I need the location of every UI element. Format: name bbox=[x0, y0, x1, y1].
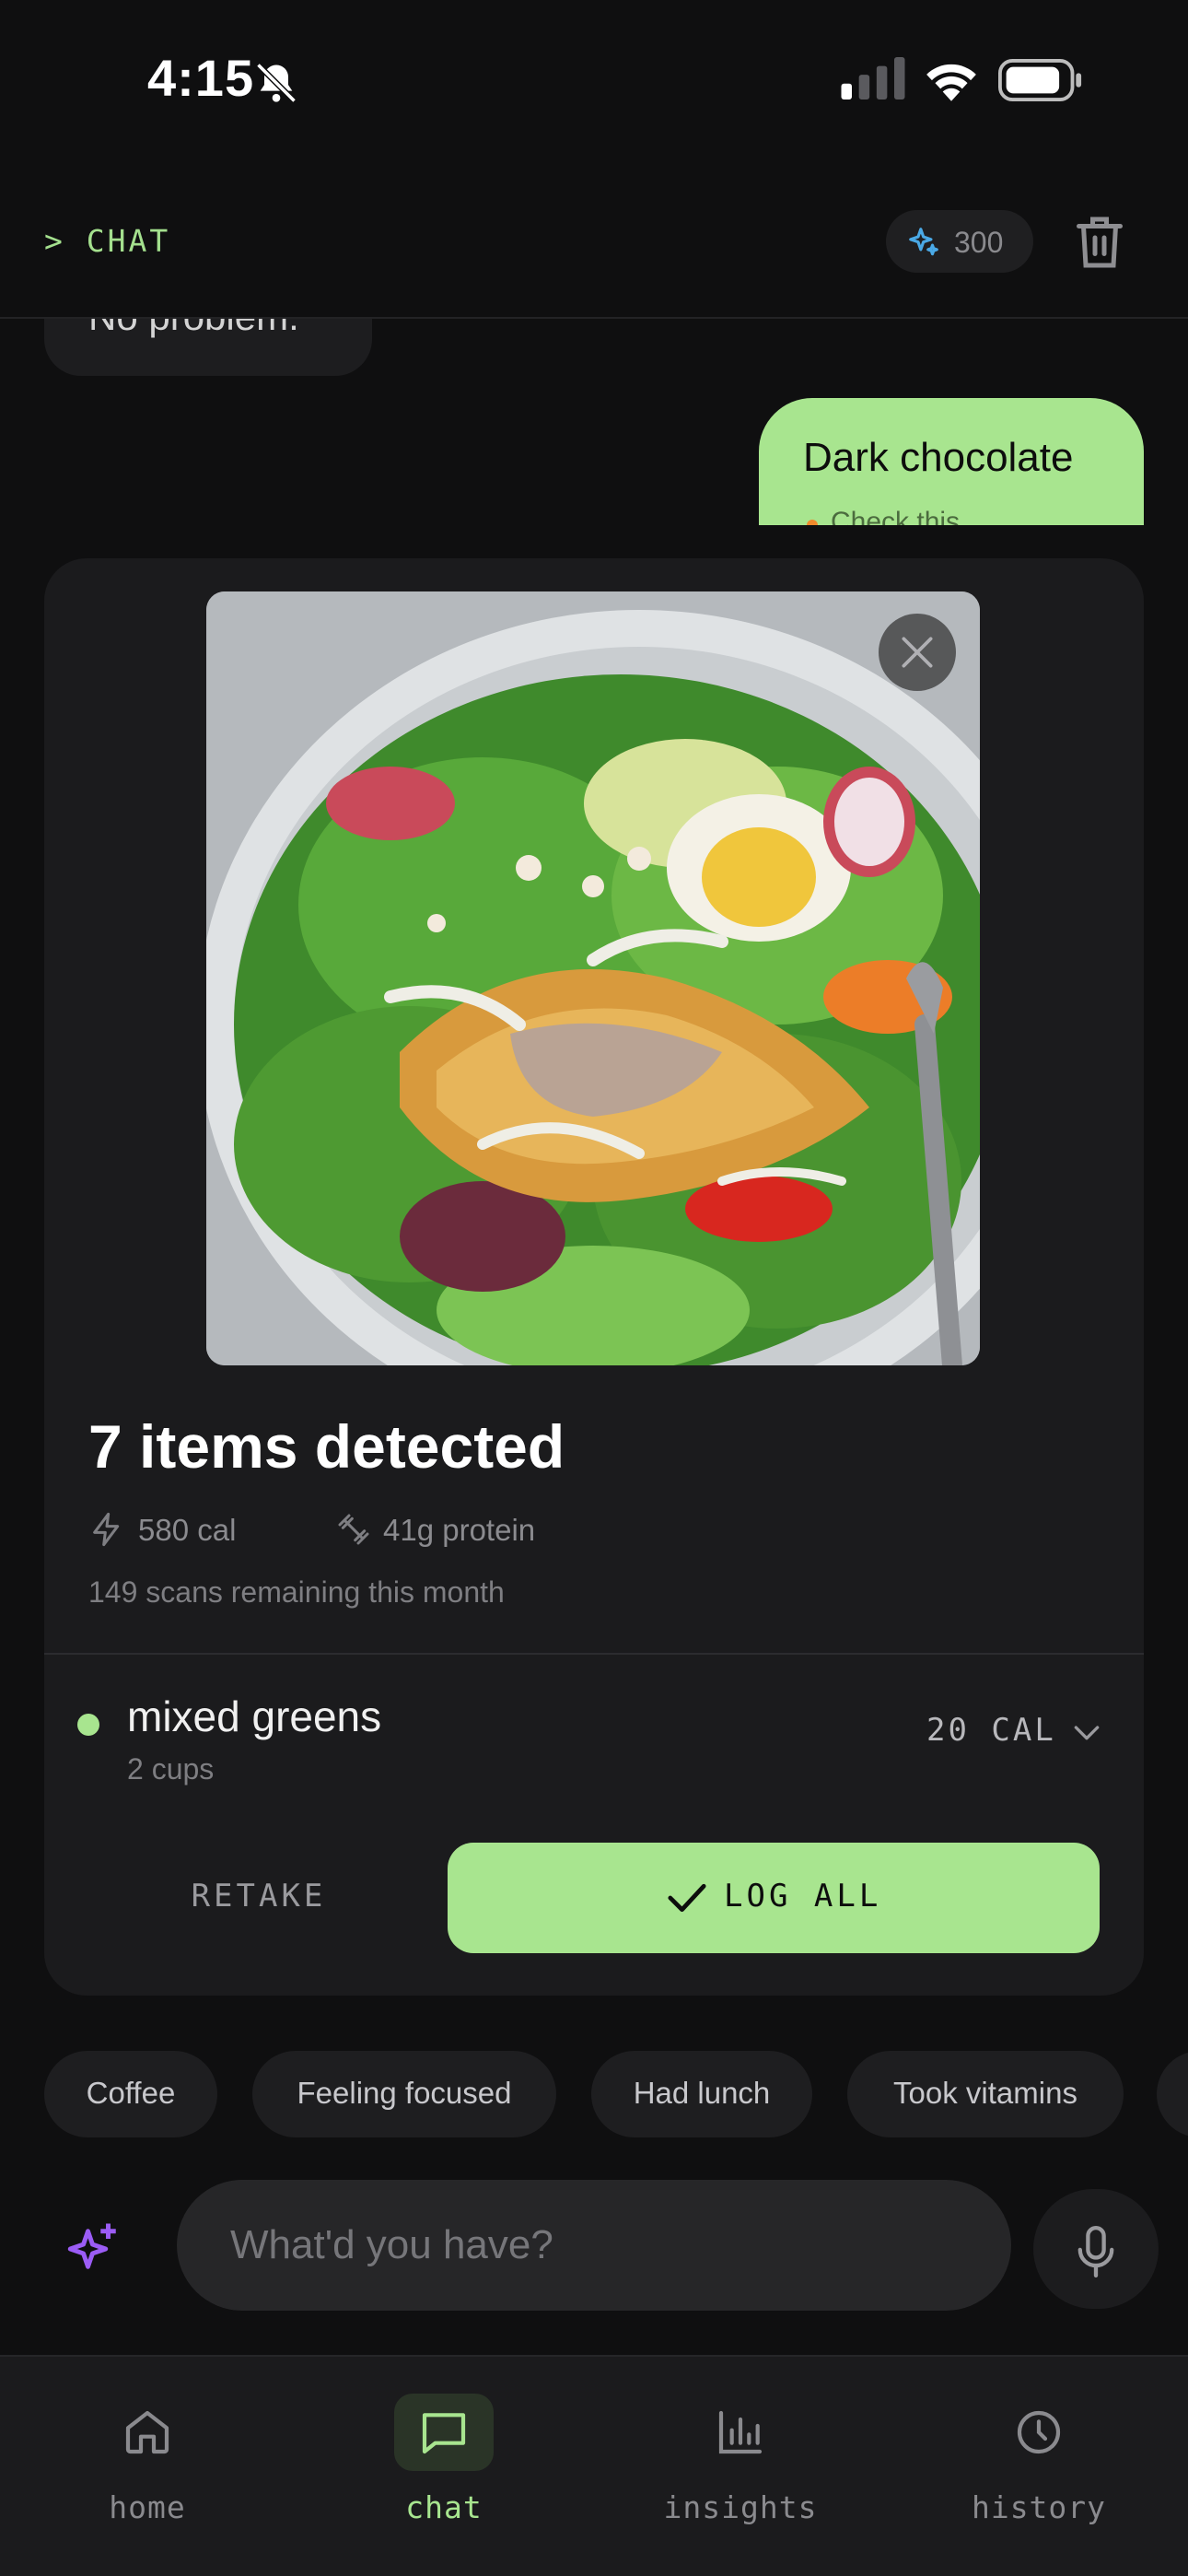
battery-icon bbox=[998, 59, 1082, 101]
bar-chart-icon bbox=[718, 2410, 763, 2454]
chip-label: Took vitamins bbox=[893, 2076, 1077, 2110]
nav-icon-container bbox=[691, 2394, 790, 2471]
chip-label: Feeling focused bbox=[297, 2076, 512, 2110]
page-title: > CHAT bbox=[44, 223, 171, 259]
calories-total: 580 cal bbox=[138, 1513, 237, 1547]
log-all-button[interactable]: LOG ALL bbox=[448, 1843, 1100, 1953]
retake-label: RETAKE bbox=[191, 1878, 327, 1914]
user-message-bubble[interactable]: Dark chocolate Check this bbox=[759, 398, 1144, 525]
nav-icon-container bbox=[98, 2394, 197, 2471]
status-bar: 4:15 bbox=[0, 0, 1188, 161]
food-item-row[interactable]: mixed greens 2 cups 20 CAL bbox=[44, 1657, 1144, 1813]
checkmark-icon bbox=[668, 1883, 706, 1913]
protein-total: 41g protein bbox=[383, 1513, 536, 1547]
status-time: 4:15 bbox=[147, 49, 255, 107]
chip-feeling-focused[interactable]: Feeling focused bbox=[252, 2051, 556, 2137]
salad-illustration bbox=[206, 591, 980, 1365]
chip-more[interactable] bbox=[1157, 2051, 1188, 2137]
retake-button[interactable]: RETAKE bbox=[88, 1843, 429, 1953]
nav-label: home bbox=[109, 2489, 186, 2525]
remove-photo-button[interactable] bbox=[879, 614, 956, 691]
suggestion-chips: Coffee Feeling focused Had lunch Took vi… bbox=[0, 2051, 1188, 2137]
credits-badge[interactable]: 300 bbox=[886, 210, 1033, 273]
user-message-subtext: Check this bbox=[831, 507, 961, 525]
nav-icon-container bbox=[989, 2394, 1089, 2471]
nav-icon-container bbox=[394, 2394, 494, 2471]
ai-assist-button[interactable] bbox=[44, 2189, 146, 2309]
item-status-dot bbox=[77, 1714, 99, 1736]
items-detected-title: 7 items detected bbox=[88, 1412, 565, 1481]
scans-remaining: 149 scans remaining this month bbox=[88, 1575, 505, 1609]
bell-slash-icon bbox=[256, 63, 297, 103]
nav-label: insights bbox=[663, 2489, 818, 2525]
sparkle-icon bbox=[909, 228, 938, 256]
clock-icon bbox=[1017, 2410, 1061, 2454]
chip-took-vitamins[interactable]: Took vitamins bbox=[847, 2051, 1124, 2137]
nav-label: history bbox=[971, 2489, 1107, 2525]
nav-chat[interactable]: chat bbox=[352, 2357, 536, 2541]
user-message-text: Dark chocolate bbox=[803, 435, 1074, 480]
nav-label: chat bbox=[405, 2489, 483, 2525]
item-quantity: 2 cups bbox=[127, 1752, 215, 1786]
chat-bubble-icon bbox=[422, 2413, 466, 2454]
sparkle-icon bbox=[67, 2223, 116, 2269]
divider bbox=[44, 1653, 1144, 1655]
nav-home[interactable]: home bbox=[55, 2357, 239, 2541]
close-icon bbox=[902, 637, 933, 668]
item-name: mixed greens bbox=[127, 1692, 382, 1740]
message-status-dot bbox=[807, 520, 818, 525]
log-all-label: LOG ALL bbox=[724, 1878, 882, 1914]
message-input[interactable] bbox=[177, 2180, 1011, 2311]
lightning-icon bbox=[93, 1512, 120, 1547]
scan-result-card: 7 items detected 580 cal 41g protein 149… bbox=[44, 558, 1144, 1996]
dumbbell-icon bbox=[338, 1514, 369, 1545]
microphone-icon bbox=[1077, 2226, 1114, 2277]
nav-history[interactable]: history bbox=[947, 2357, 1131, 2541]
trash-icon[interactable] bbox=[1072, 212, 1127, 273]
chat-header: > CHAT 300 bbox=[0, 184, 1188, 319]
bottom-navigation: home chat insights history bbox=[0, 2355, 1188, 2576]
credits-count: 300 bbox=[954, 226, 1004, 259]
nav-insights[interactable]: insights bbox=[648, 2357, 833, 2541]
chip-had-lunch[interactable]: Had lunch bbox=[591, 2051, 812, 2137]
wifi-icon bbox=[926, 64, 976, 101]
cellular-signal-icon bbox=[841, 57, 905, 100]
item-calories: 20 CAL bbox=[926, 1712, 1056, 1749]
chip-coffee[interactable]: Coffee bbox=[44, 2051, 217, 2137]
chip-label: Had lunch bbox=[633, 2076, 771, 2110]
microphone-button[interactable] bbox=[1033, 2189, 1159, 2309]
food-photo bbox=[206, 591, 980, 1365]
chip-label: Coffee bbox=[86, 2076, 176, 2110]
chevron-down-icon[interactable] bbox=[1068, 1714, 1105, 1751]
home-icon bbox=[125, 2410, 169, 2454]
